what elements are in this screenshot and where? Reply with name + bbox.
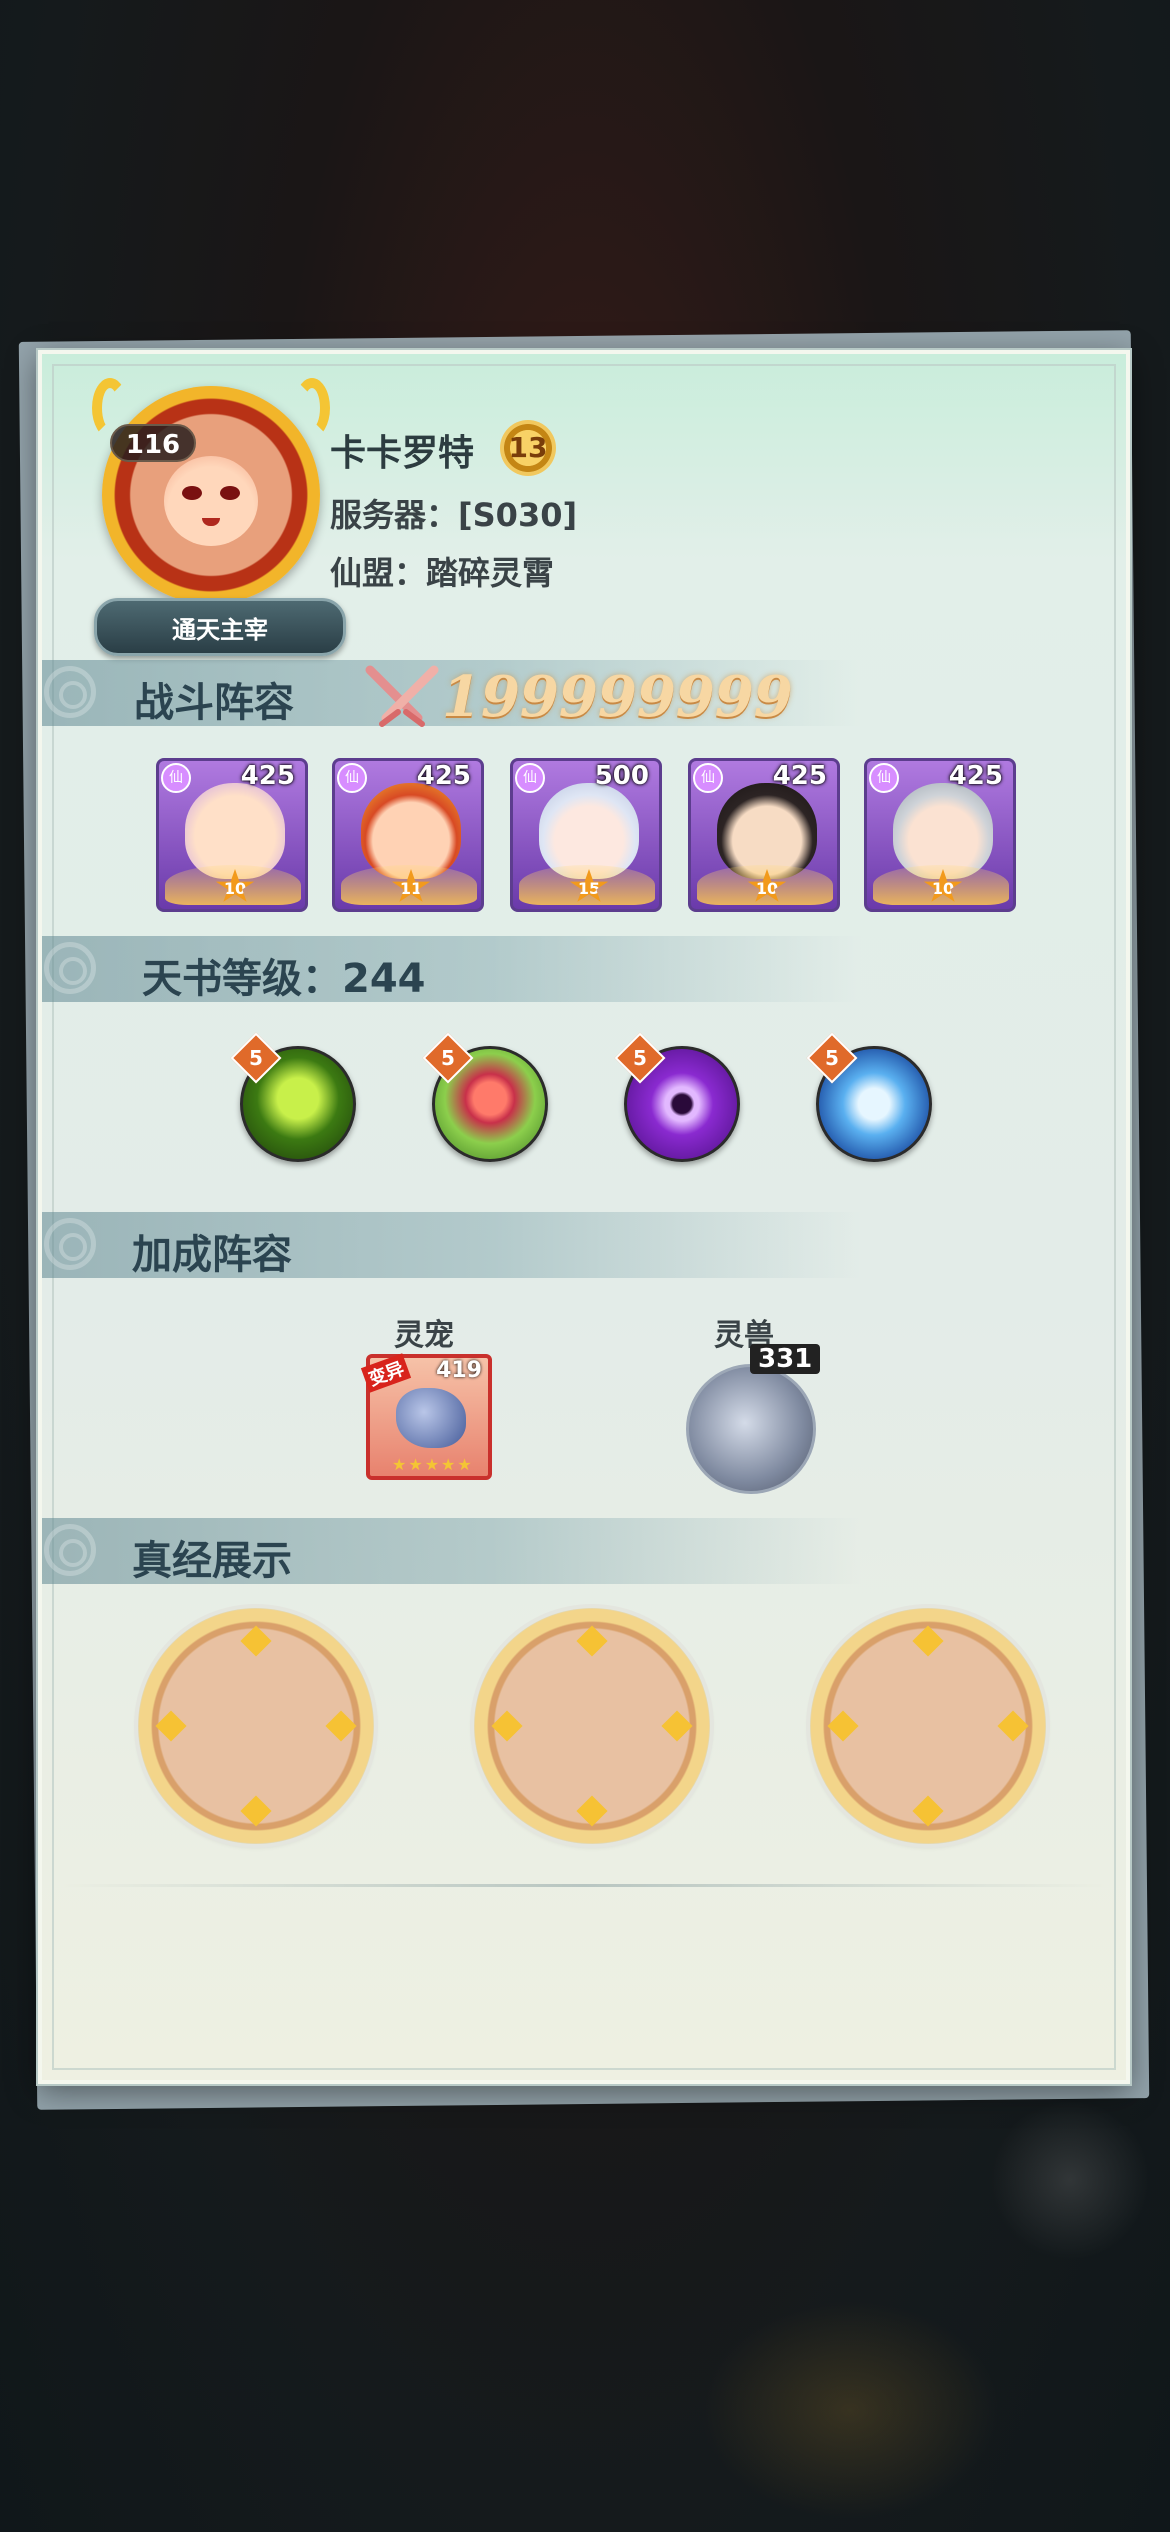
mutation-tag: 变异 (360, 1353, 412, 1393)
player-name: 卡卡罗特 (330, 433, 475, 474)
hero-level: 425 (240, 761, 295, 791)
spirit-pet-card[interactable]: 变异 419 ★★★★★ (360, 1353, 492, 1480)
tianshu-level-title: 天书等级：244 (142, 956, 426, 1002)
hero-card[interactable]: 仙 425 11 (332, 758, 484, 912)
bonus-lineup-header: 加成阵容 (42, 1212, 862, 1278)
slot-gem (576, 1625, 608, 1657)
avatar-face (164, 456, 258, 546)
hero-class-icon: 仙 (515, 763, 545, 793)
slot-gem (240, 1625, 272, 1657)
skill-level: 5 (825, 1046, 839, 1070)
slot-gem (827, 1710, 859, 1742)
beast-level: 331 (750, 1344, 821, 1374)
player-info-panel: 116 通天主宰 卡卡罗特 13 服务器：[S030] 仙盟：踏碎灵霄 战斗阵容… (38, 350, 1130, 2084)
player-avatar[interactable] (92, 378, 330, 604)
hero-level: 500 (594, 761, 649, 791)
hero-class-icon: 仙 (337, 763, 367, 793)
cloud-swirl-icon (44, 1218, 96, 1270)
hero-class-icon: 仙 (693, 763, 723, 793)
cloud-swirl-icon (44, 666, 96, 718)
slot-gem (912, 1625, 944, 1657)
slot-gem (325, 1710, 357, 1742)
spirit-beast-portrait[interactable] (686, 1364, 816, 1494)
combat-power-value: 199999999 (442, 664, 793, 730)
slot-gem (240, 1795, 272, 1827)
avatar-eye (182, 486, 202, 500)
hero-class-icon: 仙 (161, 763, 191, 793)
hero-card[interactable]: 仙 425 10 (864, 758, 1016, 912)
slot-gem (491, 1710, 523, 1742)
hero-level: 425 (772, 761, 827, 791)
slot-gem (576, 1795, 608, 1827)
scripture-slot[interactable] (474, 1608, 710, 1844)
crossed-swords-icon (365, 665, 439, 727)
skill-level: 5 (249, 1046, 263, 1070)
pet-stars: ★★★★★ (392, 1455, 474, 1474)
background-glow (700, 2300, 1000, 2520)
player-level-badge: 116 (110, 424, 196, 462)
guild-info: 仙盟：踏碎灵霄 (330, 554, 555, 592)
scripture-display-title: 真经展示 (132, 1538, 292, 1584)
battle-lineup-title: 战斗阵容 (134, 680, 294, 726)
scripture-slot[interactable] (810, 1608, 1046, 1844)
server-info: 服务器：[S030] (330, 496, 578, 534)
pet-dragon-portrait (396, 1388, 466, 1448)
hero-class-icon: 仙 (869, 763, 899, 793)
avatar-eye (220, 486, 240, 500)
cloud-swirl-icon (44, 1524, 96, 1576)
hero-level: 425 (948, 761, 1003, 791)
hero-card[interactable]: 仙 500 15 (510, 758, 662, 912)
section-divider (62, 1884, 1106, 1887)
scripture-display-header: 真经展示 (42, 1518, 862, 1584)
slot-gem (997, 1710, 1029, 1742)
pet-level: 419 (436, 1358, 482, 1383)
vip-level-badge: 13 (500, 420, 556, 476)
avatar-mouth (202, 518, 220, 526)
slot-gem (661, 1710, 693, 1742)
hero-card[interactable]: 仙 425 10 (156, 758, 308, 912)
hero-level: 425 (416, 761, 471, 791)
cloud-swirl-icon (44, 942, 96, 994)
hero-card[interactable]: 仙 425 10 (688, 758, 840, 912)
skill-level: 5 (441, 1046, 455, 1070)
battle-lineup-header: 战斗阵容 199999999 (42, 660, 862, 730)
bonus-lineup-title: 加成阵容 (132, 1232, 292, 1278)
avatar-horn-right (294, 378, 330, 438)
skill-level: 5 (633, 1046, 647, 1070)
slot-gem (912, 1795, 944, 1827)
tianshu-level-header: 天书等级：244 (42, 936, 862, 1002)
player-title-plaque: 通天主宰 (94, 598, 346, 656)
spirit-pet-label: 灵宠 (394, 1318, 454, 1353)
scripture-slot[interactable] (138, 1608, 374, 1844)
background-glow (990, 2100, 1150, 2260)
slot-gem (155, 1710, 187, 1742)
